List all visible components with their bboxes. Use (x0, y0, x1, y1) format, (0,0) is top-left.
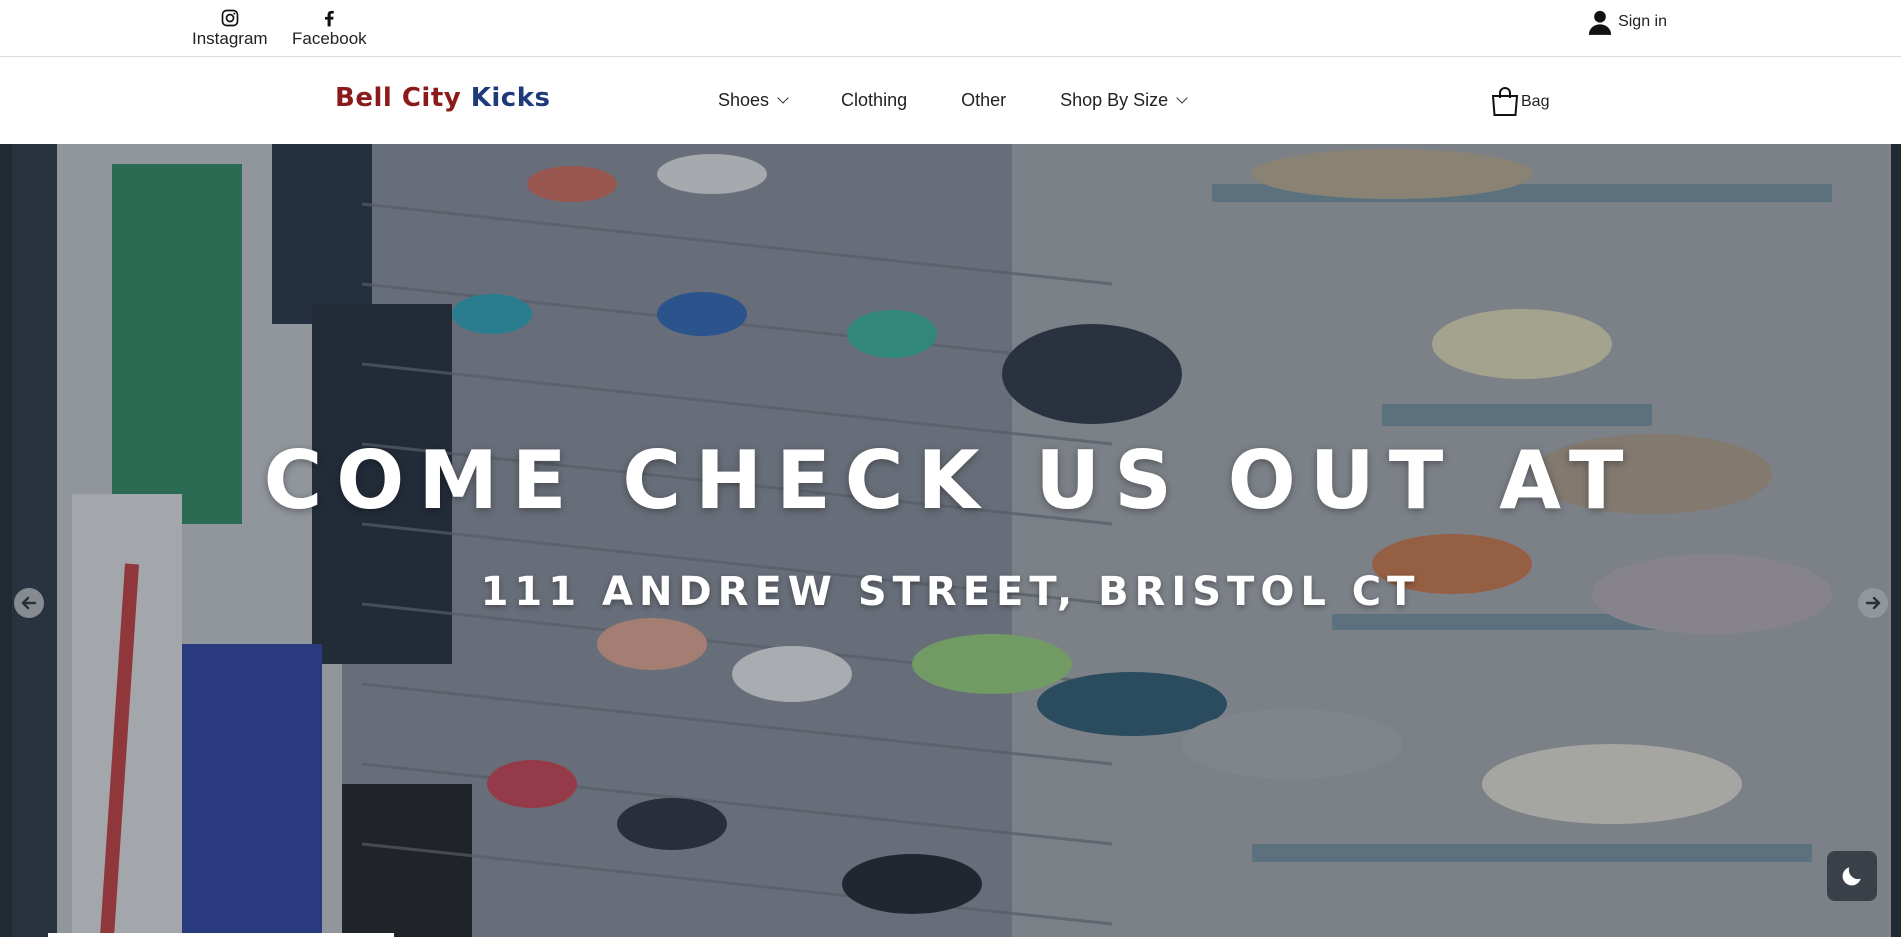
hero-headline: COME CHECK US OUT AT (263, 434, 1638, 527)
nav-menu: Shoes Clothing Other Shop By Size (718, 90, 1240, 111)
nav-item-shoes[interactable]: Shoes (718, 90, 789, 111)
instagram-label: Instagram (192, 29, 268, 48)
sign-in-link[interactable]: Sign in (1586, 8, 1667, 36)
chevron-down-icon (777, 92, 789, 104)
carousel-next-button[interactable] (1858, 588, 1888, 618)
hero-carousel: COME CHECK US OUT AT 111 ANDREW STREET, … (0, 144, 1901, 937)
logo-text-part1: Bell City (335, 83, 471, 113)
logo-text-part2: Kicks (470, 83, 551, 113)
facebook-icon (325, 10, 335, 27)
dark-mode-toggle[interactable] (1827, 851, 1877, 901)
nav-item-label: Shoes (718, 90, 770, 110)
sign-in-label: Sign in (1618, 13, 1667, 30)
bag-label: Bag (1521, 93, 1550, 110)
hero-left-edge (0, 144, 12, 937)
hero-address: 111 ANDREW STREET, BRISTOL CT (480, 569, 1421, 615)
facebook-link[interactable]: Facebook (292, 8, 367, 49)
hero-dark-overlay (0, 144, 1901, 937)
shopping-bag-icon (1491, 87, 1519, 116)
nav-item-other[interactable]: Other (961, 90, 1006, 111)
hero-right-edge (1891, 144, 1901, 937)
moon-icon (1842, 867, 1861, 886)
arrow-left-icon (21, 596, 37, 610)
facebook-label: Facebook (292, 29, 367, 48)
instagram-link[interactable]: Instagram (192, 8, 268, 49)
carousel-prev-button[interactable] (14, 588, 44, 618)
brand-logo[interactable]: Bell City Kicks (335, 83, 551, 113)
top-utility-bar: Instagram Facebook Sign in (0, 0, 1901, 57)
nav-item-label: Clothing (841, 90, 908, 110)
main-navbar: Bell City Kicks Shoes Clothing Other Sho… (0, 57, 1901, 144)
nav-item-shop-by-size[interactable]: Shop By Size (1060, 90, 1188, 111)
carousel-progress-bar (48, 933, 394, 937)
nav-item-label: Other (961, 90, 1007, 110)
nav-item-clothing[interactable]: Clothing (841, 90, 907, 111)
user-icon (1588, 10, 1612, 35)
arrow-right-icon (1865, 596, 1881, 610)
instagram-icon (221, 9, 239, 27)
bag-button[interactable]: Bag (1490, 85, 1549, 117)
chevron-down-icon (1176, 92, 1188, 104)
nav-item-label: Shop By Size (1060, 90, 1169, 110)
